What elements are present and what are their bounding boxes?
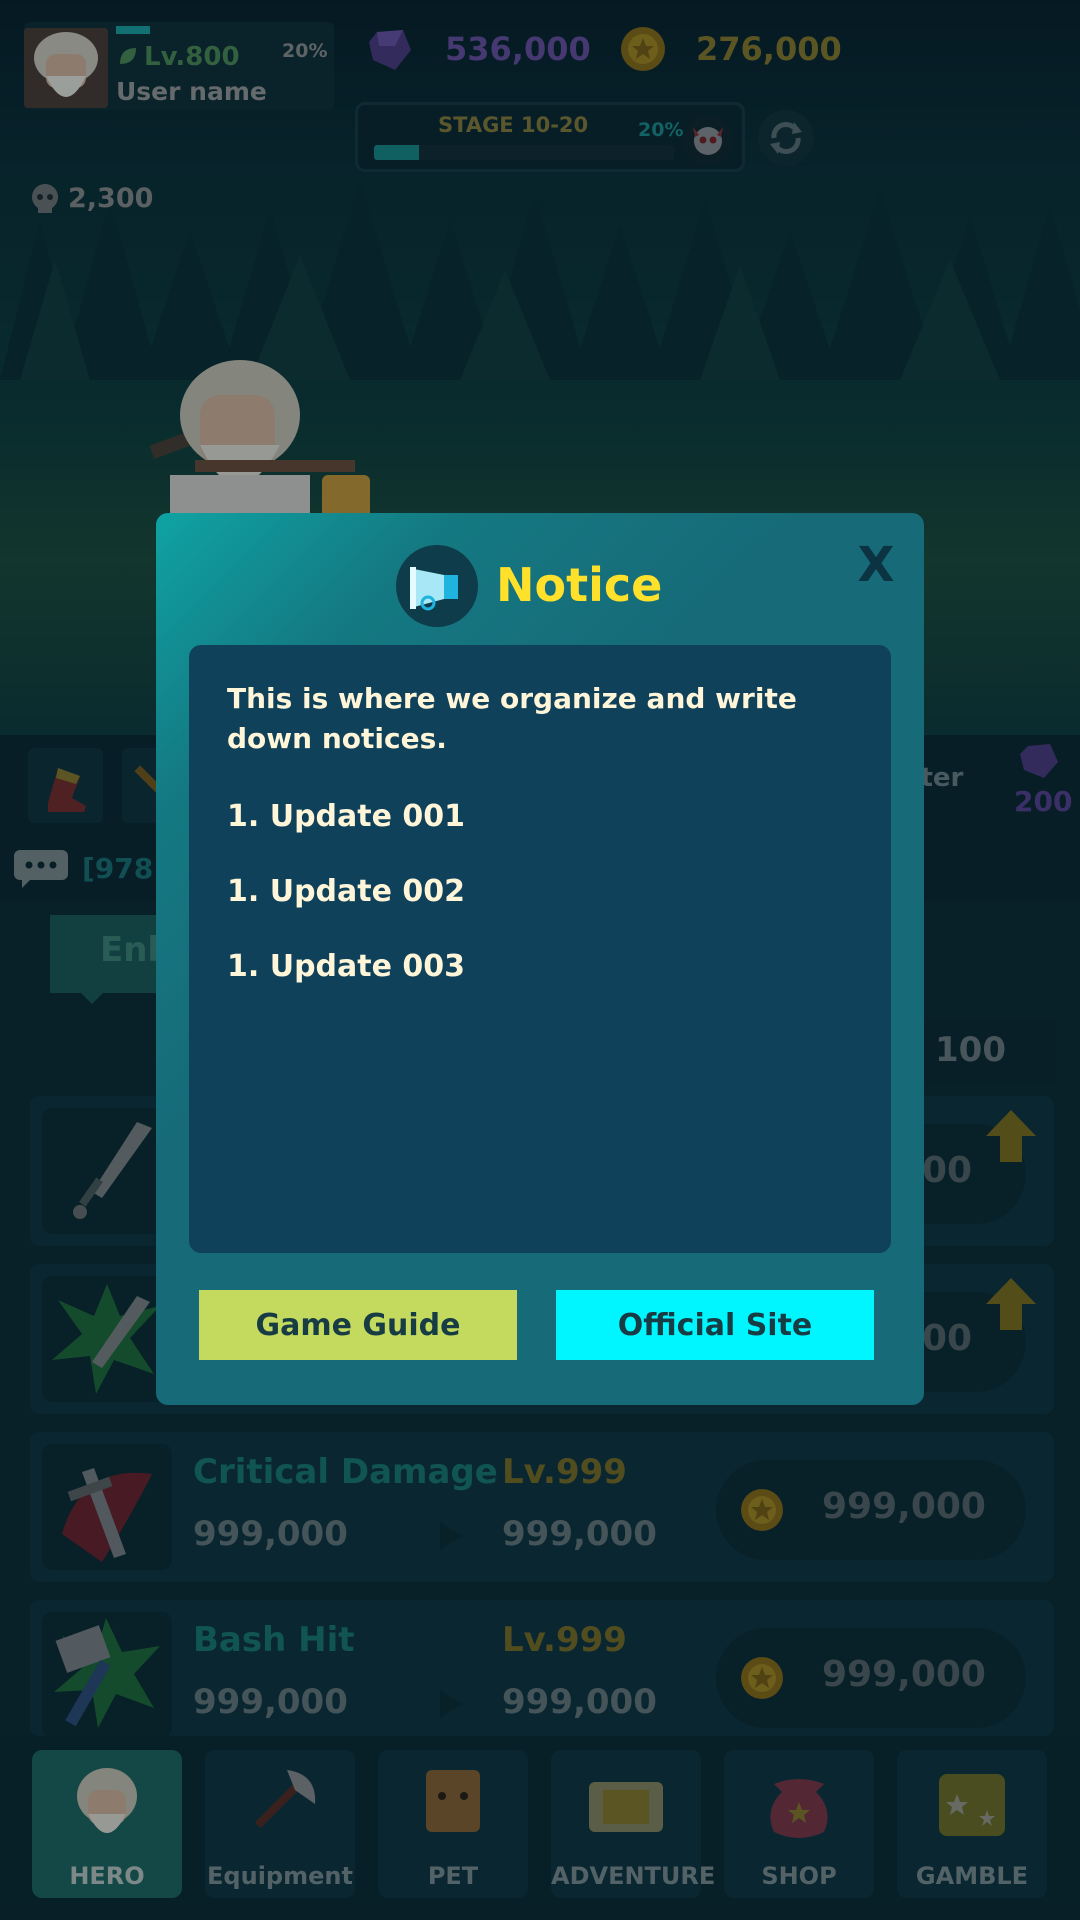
notice-body: This is where we organize and write down… (189, 645, 891, 1253)
megaphone-icon (410, 567, 458, 611)
notice-title: Notice (496, 558, 663, 612)
game-guide-button[interactable]: Game Guide (199, 1290, 517, 1360)
notice-item: 1. Update 002 (227, 874, 466, 909)
notice-intro-text: This is where we organize and write down… (227, 682, 797, 755)
notice-item: 1. Update 003 (227, 949, 466, 984)
official-site-button[interactable]: Official Site (556, 1290, 874, 1360)
close-button[interactable]: X (846, 535, 906, 595)
notice-dialog: Notice X This is where we organize and w… (156, 513, 924, 1405)
megaphone-icon-badge (396, 545, 478, 627)
notice-item: 1. Update 001 (227, 799, 466, 834)
